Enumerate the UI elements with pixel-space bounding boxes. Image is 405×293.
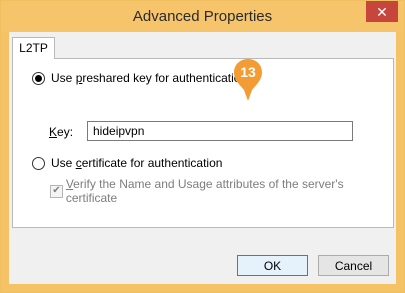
dialog-window: Advanced Properties ✕ L2TP Use preshared…: [0, 0, 405, 293]
key-label: Key:: [49, 125, 74, 139]
certificate-radio[interactable]: [32, 156, 45, 170]
ok-button[interactable]: OK: [237, 255, 308, 276]
certificate-option[interactable]: Use certificate for authentication: [32, 156, 222, 170]
step-marker-badge: 13: [233, 58, 263, 102]
verify-checkbox[interactable]: ✔: [50, 184, 63, 198]
tab-l2tp[interactable]: L2TP: [12, 37, 55, 59]
preshared-key-option[interactable]: Use preshared key for authentication: [32, 71, 247, 85]
button-bar: OK Cancel: [9, 247, 396, 284]
title-bar[interactable]: Advanced Properties ✕: [1, 1, 404, 32]
step-marker-number: 13: [240, 64, 256, 80]
key-input[interactable]: [87, 121, 353, 141]
cancel-button[interactable]: Cancel: [318, 255, 389, 276]
preshared-key-label: Use preshared key for authentication: [51, 71, 248, 85]
close-icon: ✕: [376, 3, 388, 20]
dialog-body: L2TP Use preshared key for authenticatio…: [9, 32, 396, 284]
preshared-key-radio[interactable]: [32, 71, 45, 85]
verify-option[interactable]: ✔ Verify the Name and Usage attributes o…: [50, 177, 393, 205]
verify-label: Verify the Name and Usage attributes of …: [65, 177, 344, 205]
tab-panel-l2tp: Use preshared key for authentication Key…: [12, 58, 394, 228]
close-button[interactable]: ✕: [366, 1, 398, 22]
window-title: Advanced Properties: [132, 8, 273, 25]
certificate-label: Use certificate for authentication: [51, 156, 223, 170]
